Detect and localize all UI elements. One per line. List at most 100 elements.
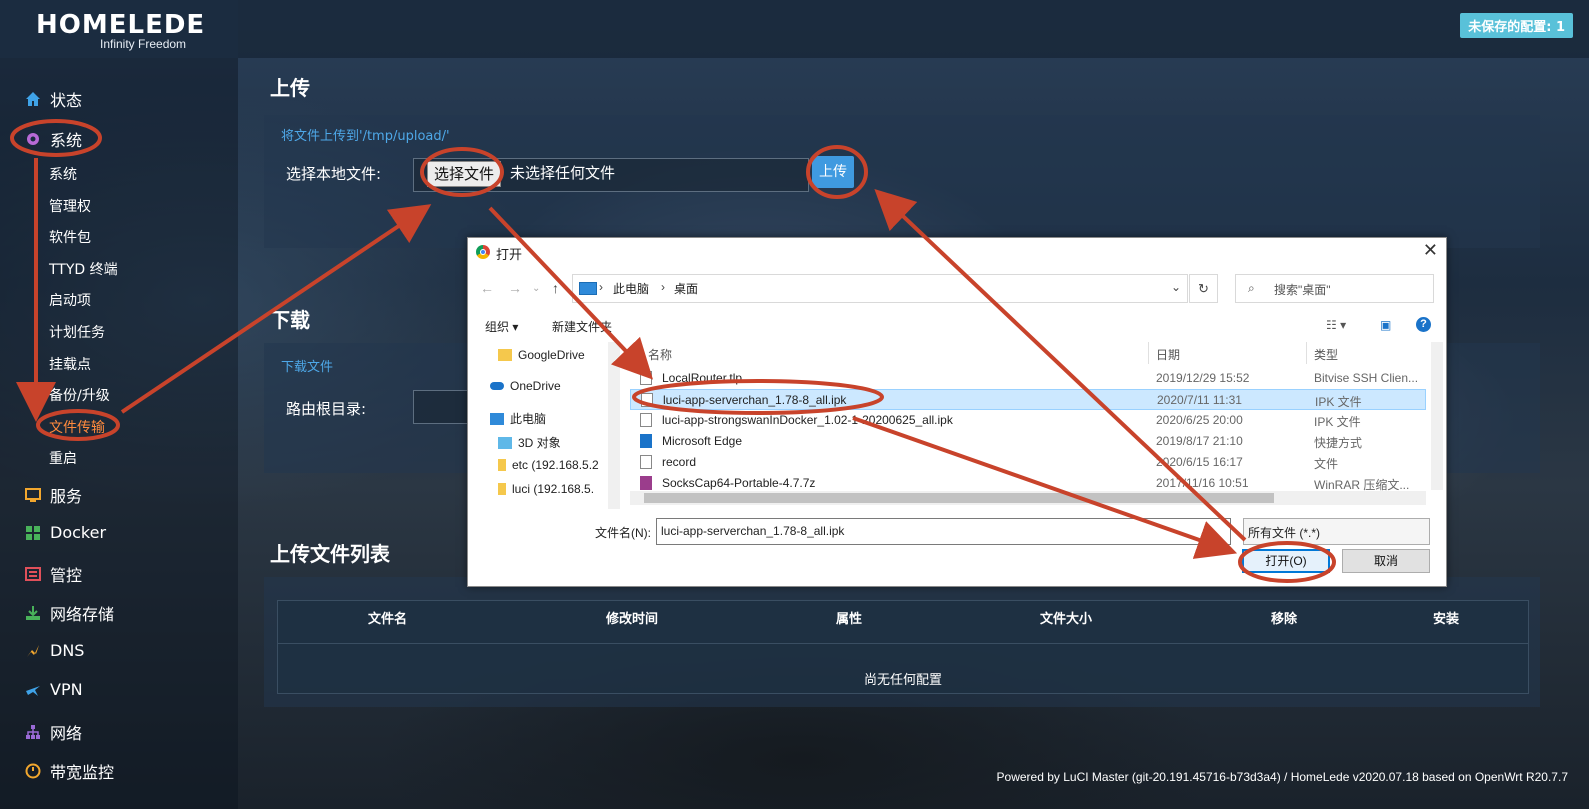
file-list-scrollbar[interactable]: [1431, 342, 1443, 490]
control-icon: [24, 565, 42, 583]
file-type: Bitvise SSH Clien...: [1314, 371, 1419, 385]
file-type: WinRAR 压缩文...: [1314, 478, 1410, 491]
drive-icon: [498, 483, 506, 495]
sidebar-subitem-mounts[interactable]: 挂载点: [49, 354, 91, 374]
breadcrumb-separator-icon: ›: [599, 280, 603, 294]
bandwidth-icon: [24, 762, 42, 780]
sidebar-item-vpn[interactable]: VPN: [24, 680, 83, 699]
file-type: 快捷方式: [1314, 436, 1363, 450]
preview-pane-icon[interactable]: ▣: [1380, 318, 1391, 332]
column-divider[interactable]: [1306, 342, 1307, 364]
upload-button[interactable]: 上传: [812, 156, 854, 188]
file-row[interactable]: SocksCap64-Portable-4.7.7z 2017/11/16 10…: [630, 473, 1426, 491]
scrollbar-thumb[interactable]: [644, 493, 1274, 503]
close-icon[interactable]: ✕: [1423, 240, 1438, 261]
sidebar-subitem-crontab[interactable]: 计划任务: [49, 322, 105, 342]
file-name: Microsoft Edge: [662, 434, 743, 448]
no-file-text: 未选择任何文件: [510, 164, 616, 182]
up-icon[interactable]: ↑: [552, 280, 559, 296]
column-header-name[interactable]: 名称: [648, 346, 672, 363]
sidebar-subitem-ttyd[interactable]: TTYD 终端: [49, 259, 118, 279]
back-icon[interactable]: ←: [480, 280, 494, 296]
file-row[interactable]: luci-app-strongswanInDocker_1.02-1-20200…: [630, 410, 1426, 431]
tree-item-label: 3D 对象: [518, 436, 561, 450]
sidebar-item-status[interactable]: 状态: [24, 87, 82, 111]
file-row-selected[interactable]: luci-app-serverchan_1.78-8_all.ipk 2020/…: [630, 389, 1426, 410]
upload-note: 将文件上传到'/tmp/upload/': [281, 129, 450, 144]
file-name: SocksCap64-Portable-4.7.7z: [662, 476, 816, 490]
open-button[interactable]: 打开(O): [1242, 549, 1330, 573]
sidebar-item-control[interactable]: 管控: [24, 562, 82, 586]
breadcrumb-separator-icon: ›: [661, 280, 665, 294]
sidebar-item-label: 系统: [50, 131, 83, 150]
download-field-label: 路由根目录:: [286, 400, 367, 418]
dns-icon: [24, 642, 42, 660]
footer-text: Powered by LuCI Master (git-20.191.45716…: [996, 770, 1568, 784]
tree-scrollbar[interactable]: [608, 342, 620, 509]
sidebar-subitem-software[interactable]: 软件包: [49, 227, 91, 247]
file-icon: [640, 371, 652, 385]
sidebar-subitem-reboot[interactable]: 重启: [49, 448, 77, 468]
column-divider[interactable]: [1148, 342, 1149, 364]
sidebar-subitem-system[interactable]: 系统: [49, 164, 77, 184]
drive-icon: [498, 459, 506, 471]
file-type-select[interactable]: 所有文件 (*.*): [1243, 518, 1430, 545]
file-row[interactable]: LocalRouter.tlp 2019/12/29 15:52 Bitvise…: [630, 368, 1426, 389]
router-path-input[interactable]: [413, 390, 471, 424]
file-row[interactable]: record 2020/6/15 16:17 文件: [630, 452, 1426, 473]
refresh-icon[interactable]: ↻: [1189, 274, 1218, 303]
unsaved-changes-badge[interactable]: 未保存的配置: 1: [1460, 13, 1573, 38]
sidebar-item-network[interactable]: 网络: [24, 720, 82, 744]
sidebar-subitem-startup[interactable]: 启动项: [49, 290, 91, 310]
sidebar-item-bandwidth[interactable]: 带宽监控: [24, 759, 114, 783]
sidebar-item-dns[interactable]: DNS: [24, 641, 84, 660]
search-input[interactable]: ⌕ 搜索"桌面": [1235, 274, 1434, 303]
tree-item-label: OneDrive: [510, 379, 561, 393]
sidebar-item-docker[interactable]: Docker: [24, 523, 106, 542]
tree-item-this-pc[interactable]: 此电脑: [490, 410, 546, 427]
file-row[interactable]: Microsoft Edge 2019/8/17 21:10 快捷方式: [630, 431, 1426, 452]
sidebar-subitem-backup[interactable]: 备份/升级: [49, 385, 110, 405]
pc-icon: [490, 412, 504, 425]
organize-button[interactable]: 组织 ▾: [485, 318, 518, 335]
tree-item-etc-drive[interactable]: etc (192.168.5.2: [498, 458, 599, 472]
tree-item-3d-objects[interactable]: 3D 对象: [498, 434, 561, 451]
logo[interactable]: HOMELEDE Infinity Freedom: [0, 0, 238, 58]
column-header-date[interactable]: 日期: [1156, 346, 1180, 363]
sidebar-subitem-file-transfer[interactable]: 文件传输: [49, 417, 105, 437]
horizontal-scrollbar[interactable]: [630, 491, 1426, 505]
breadcrumb-item-desktop[interactable]: 桌面: [674, 280, 698, 297]
sidebar-item-storage[interactable]: 网络存储: [24, 601, 114, 625]
sidebar-item-label: 管控: [50, 566, 83, 585]
cancel-button[interactable]: 取消: [1342, 549, 1430, 573]
file-open-dialog: 打开 ✕ ← → ⌄ ↑ › 此电脑 › 桌面 ⌄ ↻ ⌕ 搜索"桌面" 组织 …: [467, 237, 1447, 587]
file-type: IPK 文件: [1314, 415, 1361, 429]
sidebar-subitem-admin[interactable]: 管理权: [49, 196, 91, 216]
address-bar[interactable]: › 此电脑 › 桌面 ⌄: [572, 274, 1188, 303]
breadcrumb-item-pc[interactable]: 此电脑: [613, 280, 649, 297]
tree-item-onedrive[interactable]: OneDrive: [490, 379, 561, 393]
cloud-icon: [490, 382, 504, 390]
tree-item-luci-drive[interactable]: luci (192.168.5.: [498, 482, 594, 496]
tree-item-googledrive[interactable]: GoogleDrive: [498, 348, 585, 362]
new-folder-button[interactable]: 新建文件夹: [552, 318, 612, 335]
view-options-icon[interactable]: ☷ ▾: [1326, 318, 1346, 332]
filename-input[interactable]: luci-app-serverchan_1.78-8_all.ipk: [656, 518, 1231, 545]
vpn-icon: [24, 681, 42, 699]
sidebar-item-system[interactable]: 系统: [24, 127, 82, 151]
sidebar-item-services[interactable]: 服务: [24, 483, 82, 507]
help-icon[interactable]: ?: [1416, 317, 1431, 332]
column-header-modified: 修改时间: [606, 612, 659, 627]
recent-dropdown-icon[interactable]: ⌄: [532, 283, 540, 294]
forward-icon[interactable]: →: [508, 280, 522, 296]
file-list-table: 文件名 修改时间 属性 文件大小 移除 安装 尚无任何配置: [277, 600, 1529, 694]
column-header-type[interactable]: 类型: [1314, 346, 1338, 363]
filename-label: 文件名(N):: [595, 526, 651, 540]
sidebar-item-label: 网络存储: [50, 605, 115, 624]
choose-file-button[interactable]: 选择文件: [427, 161, 502, 187]
chevron-down-icon[interactable]: ⌄: [1171, 280, 1181, 294]
file-date: 2020/6/25 20:00: [1156, 413, 1243, 427]
file-type: 文件: [1314, 457, 1339, 471]
file-date: 2020/6/15 16:17: [1156, 455, 1243, 469]
sidebar-item-label: Docker: [50, 523, 107, 542]
